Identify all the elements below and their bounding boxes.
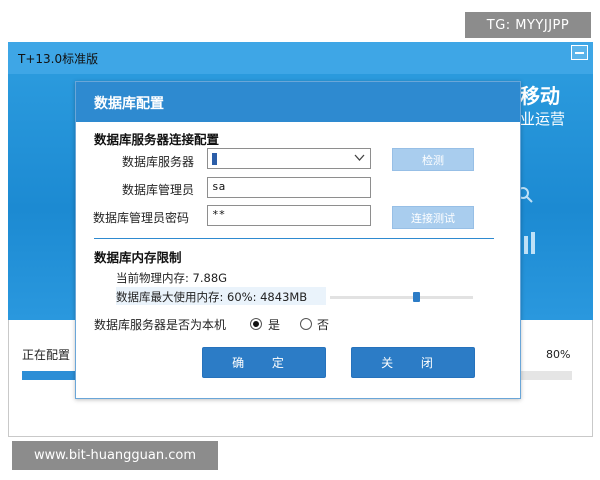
section-memory-title: 数据库内存限制 xyxy=(94,250,182,265)
memory-slider[interactable] xyxy=(330,296,473,299)
password-input[interactable]: ** xyxy=(207,205,371,226)
radio-yes[interactable] xyxy=(250,318,262,330)
radio-no[interactable] xyxy=(300,318,312,330)
database-config-dialog: 数据库配置 数据库服务器连接配置 数据库服务器 检测 数据库管理员 sa 数据库… xyxy=(75,81,521,399)
dialog-title: 数据库配置 xyxy=(94,96,164,112)
physical-memory-text: 当前物理内存: 7.88G xyxy=(116,271,228,285)
admin-input[interactable]: sa xyxy=(207,177,371,198)
radio-yes-label[interactable]: 是 xyxy=(268,316,280,333)
installer-title: T+13.0标准版 xyxy=(18,52,99,66)
chevron-down-icon[interactable] xyxy=(354,152,365,166)
check-button[interactable]: 检测 xyxy=(392,148,474,171)
max-memory-text: 数据库最大使用内存: 60%: 4843MB xyxy=(116,290,308,304)
watermark-top: TG: MYYJJPP xyxy=(465,12,591,38)
memory-slider-handle[interactable] xyxy=(412,292,420,302)
watermark-bottom: www.bit-huangguan.com xyxy=(12,441,218,470)
promo-text-line1: 移动 xyxy=(520,84,560,108)
section-connection-title: 数据库服务器连接配置 xyxy=(94,132,220,147)
progress-percent: 80% xyxy=(546,348,571,361)
promo-text-line2: 业运营 xyxy=(520,110,566,128)
close-button[interactable]: 关 闭 xyxy=(351,347,475,378)
section-divider xyxy=(94,238,494,239)
ok-button[interactable]: 确 定 xyxy=(202,347,326,378)
text-cursor xyxy=(212,152,217,165)
radio-no-label[interactable]: 否 xyxy=(317,316,329,333)
minimize-button[interactable] xyxy=(571,45,588,60)
admin-label: 数据库管理员 xyxy=(122,183,195,197)
local-server-question: 数据库服务器是否为本机 xyxy=(94,318,227,332)
progress-label: 正在配置 xyxy=(22,348,71,362)
password-label: 数据库管理员密码 xyxy=(93,211,190,225)
server-combobox[interactable] xyxy=(207,148,371,169)
server-label: 数据库服务器 xyxy=(122,155,195,169)
connection-test-button[interactable]: 连接测试 xyxy=(392,206,474,229)
